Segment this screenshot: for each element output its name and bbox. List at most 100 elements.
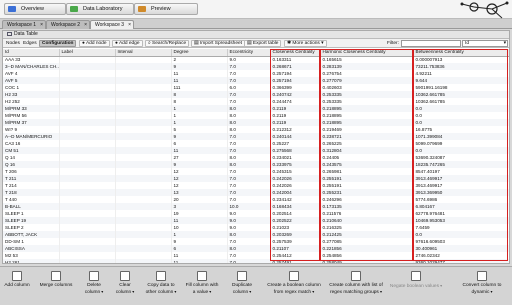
table-cell[interactable]: 0.366399 [270, 84, 321, 91]
table-cell[interactable]: 0.254412 [270, 252, 321, 259]
table-cell[interactable]: Q 16 [3, 161, 60, 168]
table-cell[interactable] [59, 210, 116, 217]
table-cell[interactable]: 0.173135 [320, 203, 414, 210]
table-cell[interactable]: 8 [171, 91, 228, 98]
table-cell[interactable]: 9.644 [413, 77, 509, 84]
table-cell[interactable] [115, 259, 172, 263]
column-header-degree[interactable]: Degree [171, 49, 228, 57]
table-cell[interactable]: 0.268671 [270, 63, 321, 70]
table-cell[interactable]: 7.0 [227, 168, 271, 175]
table-cell[interactable]: 7.6459 [413, 224, 509, 231]
table-cell[interactable] [59, 189, 116, 196]
table-cell[interactable]: 0.234142 [270, 196, 321, 203]
table-cell[interactable]: 13 [171, 189, 228, 196]
close-icon[interactable]: × [40, 21, 43, 29]
table-cell[interactable]: 0.218895 [320, 105, 414, 112]
table-cell[interactable] [59, 182, 116, 189]
table-cell[interactable]: 0.255191 [320, 175, 414, 182]
table-row[interactable]: AVF 4 11 7.0 0.257194 0.276754 4.92211 [3, 70, 509, 77]
table-cell[interactable]: 7.0 [227, 175, 271, 182]
table-cell[interactable] [59, 140, 116, 147]
table-cell[interactable] [59, 126, 116, 133]
table-cell[interactable]: 111 [171, 84, 228, 91]
table-cell[interactable] [115, 168, 172, 175]
table-cell[interactable]: 20 [171, 196, 228, 203]
table-row[interactable]: B-BALL 3 10.0 0.168434 0.173135 6.804167 [3, 203, 509, 210]
table-cell[interactable]: 8 [171, 98, 228, 105]
table-cell[interactable] [59, 224, 116, 231]
table-row[interactable]: H2 33 8 7.0 0.240742 0.253335 10362.661785 [3, 91, 509, 98]
table-row[interactable]: T 214 12 7.0 0.242026 0.255191 3913.469917 [3, 182, 509, 189]
table-cell[interactable]: 0.240742 [270, 91, 321, 98]
configuration-button[interactable]: Configuration [39, 40, 77, 47]
table-cell[interactable]: 0.283139 [320, 63, 414, 70]
table-cell[interactable] [59, 91, 116, 98]
negate-boolean-values-button[interactable]: Negate boolean values ▾ [386, 269, 446, 305]
more-actions-button[interactable]: ✱ More actions ▾ [284, 40, 327, 47]
table-cell[interactable]: 4.92211 [413, 70, 509, 77]
table-cell[interactable]: 0.2119 [270, 105, 321, 112]
table-cell[interactable]: 11 [171, 252, 228, 259]
table-cell[interactable]: SLEEP 2 [3, 224, 60, 231]
table-cell[interactable] [59, 245, 116, 252]
table-cell[interactable]: 6 [171, 245, 228, 252]
duplicate-column-button[interactable]: Duplicate column ▾ [224, 269, 260, 305]
table-cell[interactable] [59, 63, 116, 70]
table-cell[interactable]: Q 14 [3, 154, 60, 161]
table-cell[interactable]: 0.2119 [270, 119, 321, 126]
table-cell[interactable]: 9.0 [227, 217, 271, 224]
table-cell[interactable] [115, 245, 172, 252]
table-cell[interactable] [59, 259, 116, 263]
table-cell[interactable]: 0.265225 [320, 140, 414, 147]
table-cell[interactable] [59, 56, 116, 63]
preview-mode-button[interactable]: Preview [134, 3, 198, 15]
table-cell[interactable]: SLEEP 19 [3, 217, 60, 224]
table-cell[interactable]: 0.212312 [270, 126, 321, 133]
table-cell[interactable]: 7.0 [227, 189, 271, 196]
table-cell[interactable]: 9.0 [227, 56, 271, 63]
table-cell[interactable]: 0.402603 [320, 84, 414, 91]
table-cell[interactable]: 0.255191 [320, 182, 414, 189]
table-row[interactable]: T 206 12 7.0 0.245315 0.265981 8547.40197 [3, 168, 509, 175]
edges-toggle[interactable]: Edges [23, 40, 37, 47]
table-row[interactable]: COC 1 111 6.0 0.366399 0.402603 5901991.16198 [3, 84, 509, 91]
table-cell[interactable]: 9 [171, 238, 228, 245]
table-cell[interactable]: 0.255231 [320, 189, 414, 196]
table-row[interactable]: ABCISSA 6 8.0 0.21107 0.221856 30.400961 [3, 245, 509, 252]
table-cell[interactable] [115, 147, 172, 154]
table-cell[interactable] [115, 70, 172, 77]
table-cell[interactable]: 0.0 [413, 119, 509, 126]
table-cell[interactable]: WI? 9 [3, 126, 60, 133]
table-cell[interactable] [59, 77, 116, 84]
table-cell[interactable]: 9360.1029477 [413, 259, 509, 263]
table-cell[interactable]: 2746.02342 [413, 252, 509, 259]
table-cell[interactable]: DD-SM 1 [3, 238, 60, 245]
table-cell[interactable]: 11 [171, 259, 228, 263]
table-cell[interactable]: H2 261 [3, 259, 60, 263]
clear-column-button[interactable]: Clear column ▾ [112, 269, 138, 305]
table-cell[interactable]: M/PRM 33 [3, 105, 60, 112]
table-cell[interactable]: 0.203269 [270, 231, 321, 238]
table-cell[interactable]: 30.400961 [413, 245, 509, 252]
table-cell[interactable] [59, 70, 116, 77]
table-cell[interactable]: 27 [171, 154, 228, 161]
table-cell[interactable]: 7.0 [227, 77, 271, 84]
table-cell[interactable]: 10.0 [227, 203, 271, 210]
table-cell[interactable] [115, 161, 172, 168]
table-cell[interactable]: 0.265981 [320, 168, 414, 175]
table-cell[interactable] [59, 105, 116, 112]
column-header-id[interactable]: Id [3, 49, 60, 57]
table-cell[interactable]: 0.202514 [270, 210, 321, 217]
table-cell[interactable]: 0.254856 [320, 252, 414, 259]
search-replace-button[interactable]: ⌕ Search/Replace [145, 40, 190, 47]
column-header-betweenness-centrality[interactable]: Betweenness Centrality [413, 49, 509, 57]
column-header-harmonic-closeness-centrality[interactable]: Harmonic Closeness Centrality [320, 49, 414, 57]
table-cell[interactable]: 0.258049 [320, 259, 414, 263]
table-cell[interactable]: COC 1 [3, 84, 60, 91]
table-row[interactable]: SLEEP 1 19 9.0 0.202514 0.211576 62778.976481 [3, 210, 509, 217]
table-cell[interactable]: 10362.661785 [413, 98, 509, 105]
table-cell[interactable]: 2 [171, 56, 228, 63]
table-cell[interactable]: 8.0 [227, 245, 271, 252]
table-row[interactable]: SLEEP 2 10 9.0 0.21023 0.216325 7.6459 [3, 224, 509, 231]
table-cell[interactable]: 0.210640 [320, 217, 414, 224]
